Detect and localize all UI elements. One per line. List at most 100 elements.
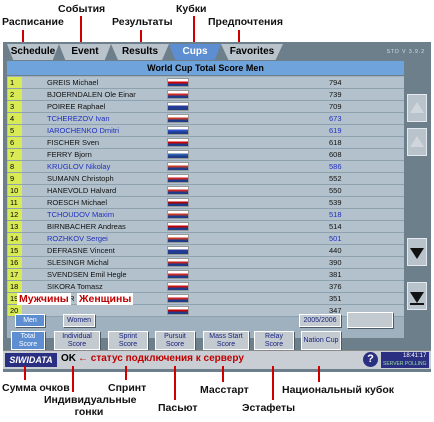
scroll-down-button[interactable] (407, 238, 427, 266)
table-row[interactable]: 15 DEFRASNE Vincent 440 (7, 245, 404, 257)
help-icon[interactable]: ? (363, 352, 378, 367)
flag-icon (167, 126, 189, 135)
pointer-line (193, 16, 195, 44)
rank-cell: 8 (8, 161, 22, 172)
status-ok: OK (61, 353, 76, 364)
individual-score-button[interactable]: Individual Score (54, 331, 100, 350)
table-row[interactable]: 18 SIKORA Tomasz 376 (7, 281, 404, 293)
clock-box: 18:41:17 SERVER POLLING (381, 352, 429, 368)
score-cell: 390 (329, 258, 342, 267)
score-cell: 550 (329, 186, 342, 195)
table-row[interactable]: 11 ROESCH Michael 539 (7, 197, 404, 209)
tab-cups[interactable]: Cups (169, 44, 221, 60)
score-cell: 619 (329, 126, 342, 135)
blank-button[interactable] (347, 312, 393, 328)
tab-event[interactable]: Event (59, 44, 111, 60)
rank-cell: 18 (8, 281, 22, 292)
table-row[interactable]: 8 KRUGLOV Nikolay 586 (7, 161, 404, 173)
arrow-down-icon (410, 292, 424, 303)
tab-schedule[interactable]: Schedule (7, 44, 59, 60)
score-cell: 351 (329, 294, 342, 303)
table-row[interactable]: 4 TCHEREZOV Ivan 673 (7, 113, 404, 125)
annotation-sprint: Спринт (108, 382, 147, 394)
annotation-preferences: Предпочтения (208, 16, 283, 28)
table-row[interactable]: 16 SLESINGR Michal 390 (7, 257, 404, 269)
athlete-name: GREIS Michael (47, 78, 99, 87)
athlete-name: SVENDSEN Emil Hegle (47, 270, 127, 279)
men-button[interactable]: Men (15, 314, 45, 327)
scroll-top-button[interactable] (407, 94, 427, 122)
table-row[interactable]: 6 FISCHER Sven 618 (7, 137, 404, 149)
table-row[interactable]: 2 BJOERNDALEN Ole Einar 739 (7, 89, 404, 101)
annotation-individual: Индивидуальные гонки (44, 394, 137, 418)
scroll-bottom-button[interactable] (407, 282, 427, 310)
rank-cell: 16 (8, 257, 22, 268)
flag-icon (167, 246, 189, 255)
status-bar: SIWIDATA OK ← статус подключения к серве… (3, 350, 431, 369)
score-cell: 552 (329, 174, 342, 183)
score-cell: 514 (329, 222, 342, 231)
pointer-line (174, 366, 176, 400)
annotation-results: Результаты (112, 16, 173, 28)
annotation-nation-cup: Национальный кубок (282, 384, 394, 396)
athlete-name: BIRNBACHER Andreas (47, 222, 126, 231)
arrow-up-icon (410, 136, 424, 147)
flag-icon (167, 258, 189, 267)
tab-favorites[interactable]: Favorites (221, 44, 283, 60)
annotation-total: Сумма очков (2, 382, 70, 394)
rank-cell: 13 (8, 221, 22, 232)
score-cell: 794 (329, 78, 342, 87)
table-row[interactable]: 7 FERRY Bjorn 608 (7, 149, 404, 161)
rank-cell: 12 (8, 209, 22, 220)
score-cell: 709 (329, 102, 342, 111)
women-button[interactable]: Women (63, 314, 95, 327)
flag-icon (167, 306, 189, 315)
table-row[interactable]: 3 POIREE Raphael 709 (7, 101, 404, 113)
annotation-women: Женщины (77, 293, 134, 305)
rank-cell: 4 (8, 113, 22, 124)
mass-start-score-button[interactable]: Mass Start Score (203, 331, 249, 350)
score-cell: 501 (329, 234, 342, 243)
table-row[interactable]: 14 ROZHKOV Sergei 501 (7, 233, 404, 245)
clock-time: 18:41:17 (403, 353, 427, 359)
arrow-up-icon (410, 102, 424, 113)
status-annotation: ← статус подключения к серверу (78, 353, 244, 364)
table-row[interactable]: 1 GREIS Michael 794 (7, 77, 404, 89)
server-status: SERVER POLLING (383, 361, 427, 367)
table-row[interactable]: 12 TCHOUDOV Maxim 518 (7, 209, 404, 221)
score-cell: 739 (329, 90, 342, 99)
table-row[interactable]: 5 IAROCHENKO Dmitri 619 (7, 125, 404, 137)
table-row[interactable]: 17 SVENDSEN Emil Hegle 381 (7, 269, 404, 281)
annotation-mass-start: Масстарт (200, 384, 249, 396)
score-cell: 376 (329, 282, 342, 291)
rank-cell: 7 (8, 149, 22, 160)
flag-icon (167, 282, 189, 291)
table-row[interactable]: 13 BIRNBACHER Andreas 514 (7, 221, 404, 233)
athlete-name: SIKORA Tomasz (47, 282, 103, 291)
rank-cell: 3 (8, 101, 22, 112)
flag-icon (167, 162, 189, 171)
nation-cup-button[interactable]: Nation Cup (301, 331, 341, 350)
flag-icon (167, 78, 189, 87)
flag-icon (167, 114, 189, 123)
total-score-button[interactable]: Total Score (11, 331, 45, 350)
flag-icon (167, 138, 189, 147)
flag-icon (167, 270, 189, 279)
table-row[interactable]: 9 SUMANN Christoph 552 (7, 173, 404, 185)
bottom-bar-icon (410, 303, 424, 305)
pointer-line (222, 366, 224, 382)
scroll-up-button[interactable] (407, 128, 427, 156)
athlete-name: FERRY Bjorn (47, 150, 92, 159)
pursuit-score-button[interactable]: Pursuit Score (155, 331, 195, 350)
siwidata-logo: SIWIDATA (5, 353, 57, 367)
athlete-name: ROZHKOV Sergei (47, 234, 108, 243)
flag-icon (167, 174, 189, 183)
table-row[interactable]: 10 HANEVOLD Halvard 550 (7, 185, 404, 197)
sprint-score-button[interactable]: Sprint Score (108, 331, 148, 350)
score-cell: 539 (329, 198, 342, 207)
season-selector[interactable]: 2005/2006 (299, 314, 341, 327)
pointer-line (318, 366, 320, 382)
athlete-name: POIREE Raphael (47, 102, 106, 111)
relay-score-button[interactable]: Relay Score (254, 331, 294, 350)
tab-results[interactable]: Results (111, 44, 169, 60)
